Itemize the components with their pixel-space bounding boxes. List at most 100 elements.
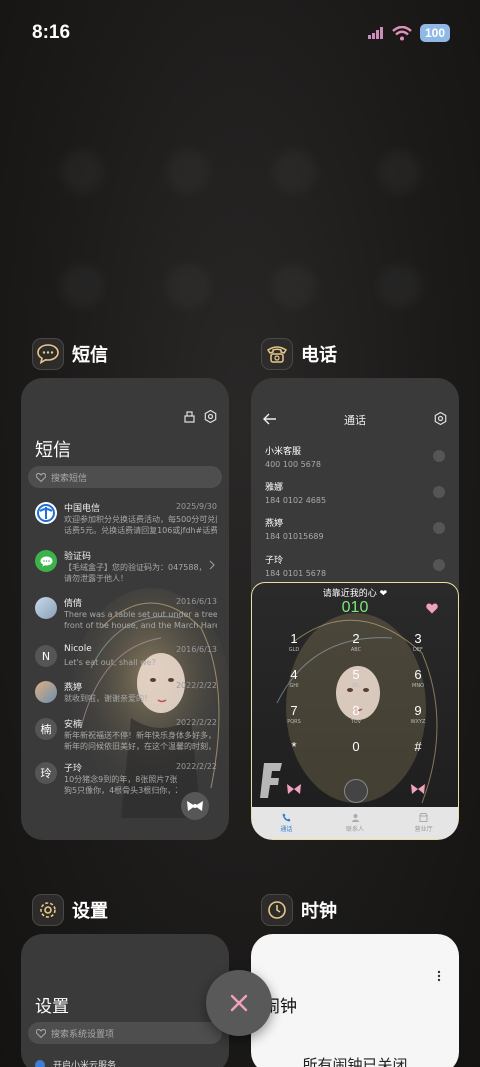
message-item[interactable]: 倩倩 2016/6/13 There was a table set out u…: [35, 597, 217, 630]
message-item[interactable]: 验证码 【毛绒盒子】您的验证码为：047588， 请勿泄露于他人！: [35, 550, 217, 583]
message-date: 2022/2/22: [175, 681, 217, 690]
call-log-item[interactable]: 燕婷 184 01015689: [265, 516, 445, 541]
clock-icon: [261, 894, 293, 926]
bg-blur-icon: [166, 264, 210, 308]
message-item[interactable]: 中国电信 2025/9/30 欢迎参加积分兑换话费活动，每500分可兑换 话费5元…: [35, 502, 217, 535]
dial-key-3[interactable]: 3 DEF: [398, 631, 438, 653]
bg-blur-icon: [60, 264, 104, 308]
settings-page-title: 设置: [35, 997, 69, 1017]
gear-icon[interactable]: [434, 412, 447, 425]
dial-key-0[interactable]: 0: [336, 739, 376, 754]
tab-contacts[interactable]: 联系人: [321, 807, 390, 839]
clock-app-card[interactable]: 闹钟 所有闹钟已关闭: [251, 934, 459, 1067]
settings-search-bar[interactable]: 搜索系统设置项: [28, 1022, 222, 1044]
message-sender: 倩倩: [64, 599, 83, 609]
contact-name: 燕婷: [265, 519, 284, 529]
sms-app-card[interactable]: 短信 搜索短信 中国电信 2025/9/30 欢迎参加积分兑换话费活动，每500…: [21, 378, 229, 840]
message-item[interactable]: 玲 子玲 2022/2/22 10分猪念9到的年，8张照片7张最你，6只小狗5只…: [35, 762, 217, 795]
dial-key-star[interactable]: *: [274, 739, 314, 754]
phone-app-name: 电话: [301, 345, 337, 366]
dial-key-6[interactable]: 6 MNO: [398, 667, 438, 689]
contact-name: 雅娜: [265, 483, 284, 493]
message-date: 2025/9/30: [175, 502, 217, 511]
call-log-item[interactable]: 雅娜 184 0102 4685: [265, 480, 445, 505]
message-bubble-icon: [32, 338, 64, 370]
message-item[interactable]: 燕婷 2022/2/22 就收到啦，谢谢亲爱的！: [35, 681, 217, 711]
settings-app-header[interactable]: 设置: [32, 894, 108, 926]
sms-app-header[interactable]: 短信: [32, 338, 108, 370]
phone-app-header[interactable]: 电话: [261, 338, 337, 370]
more-vertical-icon[interactable]: [437, 970, 441, 982]
dialed-number: 010: [341, 599, 369, 616]
phone-handset-icon: [282, 813, 291, 822]
message-date: 2016/6/13: [175, 645, 217, 654]
message-preview: Let's eat out, shall we?: [64, 658, 156, 667]
phone-page-title: 通话: [344, 414, 366, 427]
phone-app-card[interactable]: 通话 小米客服 400 100 5678 雅娜 184 0102 4685 燕婷…: [251, 378, 459, 840]
china-telecom-logo-icon: [35, 502, 57, 524]
message-sender: 安楠: [64, 720, 83, 730]
sms-search-bar[interactable]: 搜索短信: [28, 466, 222, 488]
dial-key-1[interactable]: 1 GLD: [274, 631, 314, 653]
dial-key-9[interactable]: 9 WXYZ: [398, 703, 438, 725]
telephone-icon: [261, 338, 293, 370]
settings-app-card[interactable]: 设置 搜索系统设置项 开启小米云服务: [21, 934, 229, 1067]
call-button[interactable]: [344, 779, 368, 803]
store-icon: [419, 813, 429, 822]
avatar: [35, 681, 57, 703]
dialer-panel[interactable]: 请靠近我的心 ❤ 010 1 GLD 2 ABC 3 DEF 4 GHI 5 JKL 6M…: [251, 582, 459, 840]
message-preview: 【毛绒盒子】您的验证码为：047588， 请勿泄露于他人！: [64, 563, 207, 583]
clock-app-header[interactable]: 时钟: [261, 894, 337, 926]
dial-key-hash[interactable]: #: [398, 739, 438, 754]
message-preview: There was a table set out under a tree i…: [64, 610, 217, 630]
clock-app-name: 时钟: [301, 901, 337, 922]
bg-blur-icon: [272, 264, 316, 308]
message-item[interactable]: N Nicole 2016/6/13 Let's eat out, shall …: [35, 644, 217, 675]
detail-arrow-icon[interactable]: [433, 522, 445, 534]
avatar: 楠: [35, 718, 57, 740]
bow-icon: [187, 801, 203, 811]
bg-blur-icon: [378, 264, 422, 308]
sms-toolbar: [183, 410, 217, 423]
alarm-empty-text: 所有闹钟已关闭: [302, 1056, 408, 1067]
clean-icon[interactable]: [183, 410, 196, 423]
wifi-icon: [392, 25, 412, 40]
close-icon: [230, 994, 248, 1012]
message-sender: Nicole: [64, 644, 92, 654]
dial-key-2[interactable]: 2 ABC: [336, 631, 376, 653]
detail-arrow-icon[interactable]: [433, 559, 445, 571]
detail-arrow-icon[interactable]: [433, 486, 445, 498]
battery-indicator: 100: [419, 24, 450, 42]
contact-number: 184 0101 5678: [265, 569, 327, 578]
bg-blur-icon: [166, 150, 210, 194]
call-log-item[interactable]: 小米客服 400 100 5678: [265, 444, 445, 469]
avatar: N: [35, 645, 57, 667]
avatar: [35, 597, 57, 619]
tab-calls[interactable]: 通话: [252, 807, 321, 839]
message-preview: 10分猪念9到的年，8张照片7张最你，6只小狗5只像你，4根骨头3根归你，2爪着…: [64, 775, 177, 795]
detail-arrow-icon[interactable]: [433, 450, 445, 462]
message-item[interactable]: 楠 安楠 2022/2/22 新年新祝福送不停！新年快乐身体多好多， 新年的问候依…: [35, 718, 217, 751]
dial-key-4[interactable]: 4 GHI: [274, 667, 314, 689]
sms-page-title: 短信: [35, 440, 71, 461]
call-log-item[interactable]: 子玲 184 0101 5678: [265, 553, 445, 578]
person-icon: [351, 814, 359, 822]
message-preview: 就收到啦，谢谢亲爱的！: [64, 694, 152, 703]
dial-key-7[interactable]: 7 PQRS: [274, 703, 314, 725]
message-date: 2022/2/22: [175, 762, 217, 771]
compose-button[interactable]: [181, 792, 209, 820]
gear-icon: [32, 894, 64, 926]
gear-icon[interactable]: [204, 410, 217, 423]
contact-number: 184 0102 4685: [265, 496, 327, 505]
clear-all-button[interactable]: [206, 970, 272, 1036]
message-preview: 新年新祝福送不停！新年快乐身体多好多， 新年的问候依旧美好，在这个温馨的时刻，: [64, 731, 216, 751]
contact-number: 184 01015689: [265, 532, 324, 541]
settings-item-cloud[interactable]: 开启小米云服务: [35, 1058, 116, 1067]
contact-number: 400 100 5678: [265, 460, 321, 469]
cloud-icon: [35, 1059, 45, 1067]
message-sender: 验证码: [64, 552, 92, 562]
phone-tab-bar: 通话 联系人 营业厅: [252, 807, 458, 839]
dial-key-5[interactable]: 5 JKL: [336, 667, 376, 689]
dial-key-8[interactable]: 8 TUV: [336, 703, 376, 725]
tab-service-hall[interactable]: 营业厅: [389, 807, 458, 839]
